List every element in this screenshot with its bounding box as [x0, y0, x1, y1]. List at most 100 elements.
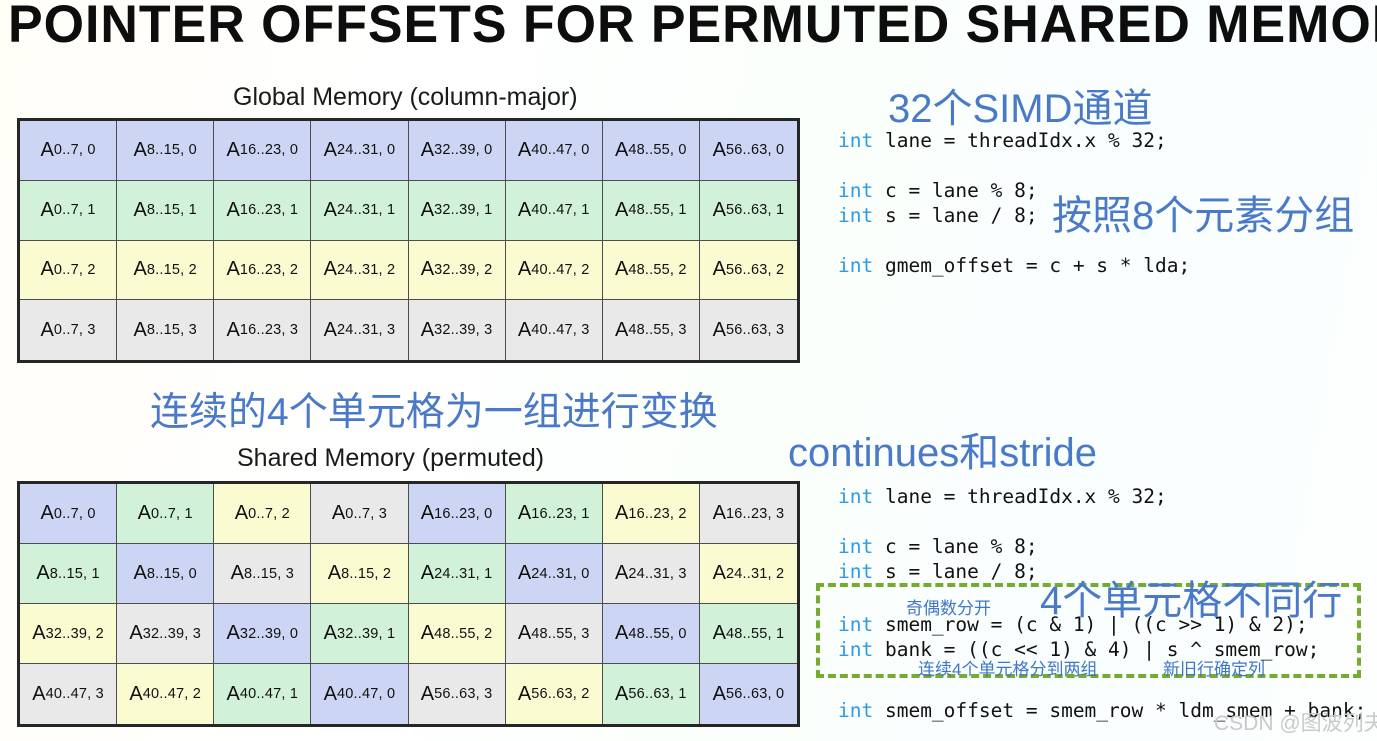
- cell-base: A: [517, 682, 532, 705]
- cell-base: A: [712, 502, 726, 524]
- memory-cell: A 16..23, 3: [214, 300, 312, 360]
- cell-base: A: [615, 258, 629, 281]
- watermark: CSDN @图波列夫: [1214, 712, 1377, 735]
- cell-base: A: [517, 622, 532, 644]
- code-line: [838, 153, 1190, 178]
- memory-cell: A 16..23, 2: [214, 240, 312, 301]
- cell-base: A: [129, 682, 143, 705]
- cell-base: A: [712, 198, 726, 221]
- memory-cell: A 56..63, 0: [699, 664, 797, 724]
- cell-subscript: 0..7, 3: [53, 322, 96, 339]
- memory-cell: A 16..23, 0: [214, 121, 312, 181]
- cell-subscript: 16..23, 2: [239, 261, 299, 278]
- cell-base: A: [40, 198, 54, 221]
- cell-subscript: 16..23, 1: [239, 202, 299, 219]
- cell-subscript: 16..23, 1: [531, 505, 590, 522]
- cell-base: A: [133, 138, 147, 161]
- cell-base: A: [420, 138, 435, 161]
- memory-cell: A 24..31, 3: [602, 544, 700, 604]
- code-line: int c = lane % 8;: [838, 534, 1167, 559]
- memory-cell: A 40..47, 2: [505, 240, 603, 301]
- memory-cell: A 8..15, 0: [117, 121, 215, 181]
- memory-cell: A 8..15, 2: [117, 240, 215, 301]
- cell-base: A: [323, 682, 337, 705]
- cell-subscript: 24..31, 3: [628, 565, 687, 582]
- cell-base: A: [615, 138, 629, 161]
- memory-cell: A 56..63, 1: [602, 664, 700, 724]
- memory-cell: A 0..7, 0: [20, 121, 118, 181]
- cell-base: A: [129, 622, 143, 644]
- cell-subscript: 32..39, 0: [434, 142, 493, 159]
- memory-cell: A 56..63, 2: [699, 240, 797, 301]
- code-line: int lane = threadIdx.x % 32;: [838, 128, 1190, 153]
- cell-subscript: 8..15, 3: [146, 322, 197, 339]
- cell-base: A: [517, 198, 532, 221]
- code-text: lane = threadIdx.x % 32;: [873, 129, 1167, 152]
- cell-subscript: 0..7, 0: [53, 142, 96, 159]
- memory-cell: A 56..63, 3: [408, 664, 506, 724]
- cell-subscript: 56..63, 1: [725, 202, 785, 219]
- cell-subscript: 40..47, 2: [142, 686, 201, 702]
- memory-cell: A 24..31, 1: [408, 544, 506, 604]
- cell-base: A: [615, 562, 629, 584]
- cell-subscript: 56..63, 0: [725, 142, 785, 159]
- memory-cell: A 24..31, 1: [311, 180, 409, 241]
- memory-cell: A 8..15, 3: [117, 300, 215, 360]
- cell-base: A: [517, 502, 532, 524]
- memory-cell: A 8..15, 2: [311, 544, 409, 604]
- cell-subscript: 8..15, 0: [146, 142, 197, 159]
- cell-subscript: 40..47, 3: [531, 322, 590, 339]
- memory-cell: A 32..39, 0: [214, 604, 312, 664]
- code-keyword: int: [838, 179, 874, 202]
- cell-subscript: 0..7, 0: [53, 505, 96, 522]
- code-text: smem_row = (c & 1) | ((c >> 1) & 2);: [873, 613, 1308, 636]
- cell-subscript: 48..55, 3: [531, 625, 590, 642]
- code-keyword: int: [838, 535, 874, 558]
- memory-cell: A 40..47, 1: [214, 664, 312, 724]
- cell-subscript: 16..23, 0: [434, 505, 493, 522]
- memory-cell: A 56..63, 1: [699, 180, 797, 241]
- global-memory-grid: A 0..7, 0 A 8..15, 0 A 16..23, 0 A 24..31, 0 A 32…: [17, 118, 800, 363]
- cell-subscript: 0..7, 2: [53, 261, 96, 278]
- cell-base: A: [327, 562, 342, 584]
- cell-subscript: 32..39, 1: [336, 625, 396, 642]
- memory-cell: A 48..55, 3: [505, 604, 603, 664]
- cell-subscript: 40..47, 3: [45, 686, 104, 702]
- code-keyword: int: [838, 699, 874, 722]
- cell-base: A: [133, 198, 147, 221]
- cell-base: A: [323, 258, 337, 281]
- code-line: int s = lane / 8;: [838, 203, 1190, 228]
- cell-subscript: 40..47, 0: [336, 686, 396, 702]
- memory-cell: A 16..23, 0: [408, 484, 506, 544]
- shared-memory-grid: A 0..7, 0 A 0..7, 1 A 0..7, 2 A 0..7, 3 A 16..23,…: [17, 481, 800, 727]
- cell-subscript: 48..55, 2: [434, 625, 493, 642]
- cell-base: A: [517, 318, 532, 341]
- cell-subscript: 56..63, 2: [531, 686, 590, 702]
- memory-cell: A 0..7, 0: [20, 484, 118, 544]
- cell-subscript: 32..39, 2: [45, 625, 104, 642]
- cell-base: A: [517, 562, 532, 584]
- cell-subscript: 56..63, 3: [725, 322, 785, 339]
- cell-base: A: [133, 318, 147, 341]
- cell-base: A: [420, 682, 435, 705]
- memory-cell: A 24..31, 2: [311, 240, 409, 301]
- code-line: [838, 509, 1167, 534]
- cell-base: A: [40, 318, 54, 341]
- cell-base: A: [615, 502, 629, 524]
- cell-subscript: 8..15, 2: [146, 261, 197, 278]
- cell-subscript: 40..47, 1: [239, 686, 299, 702]
- memory-cell: A 16..23, 2: [602, 484, 700, 544]
- memory-cell: A 32..39, 1: [311, 604, 409, 664]
- cell-base: A: [517, 258, 532, 281]
- memory-cell: A 0..7, 2: [214, 484, 312, 544]
- memory-cell: A 16..23, 3: [699, 484, 797, 544]
- code-keyword: int: [838, 204, 874, 227]
- memory-cell: A 0..7, 3: [311, 484, 409, 544]
- cell-base: A: [615, 318, 629, 341]
- page-title: POINTER OFFSETS FOR PERMUTED SHARED MEMO…: [8, 0, 1377, 54]
- memory-cell: A 0..7, 3: [20, 300, 118, 360]
- cell-base: A: [323, 198, 337, 221]
- cell-subscript: 32..39, 0: [239, 625, 299, 642]
- cell-subscript: 16..23, 0: [239, 142, 299, 159]
